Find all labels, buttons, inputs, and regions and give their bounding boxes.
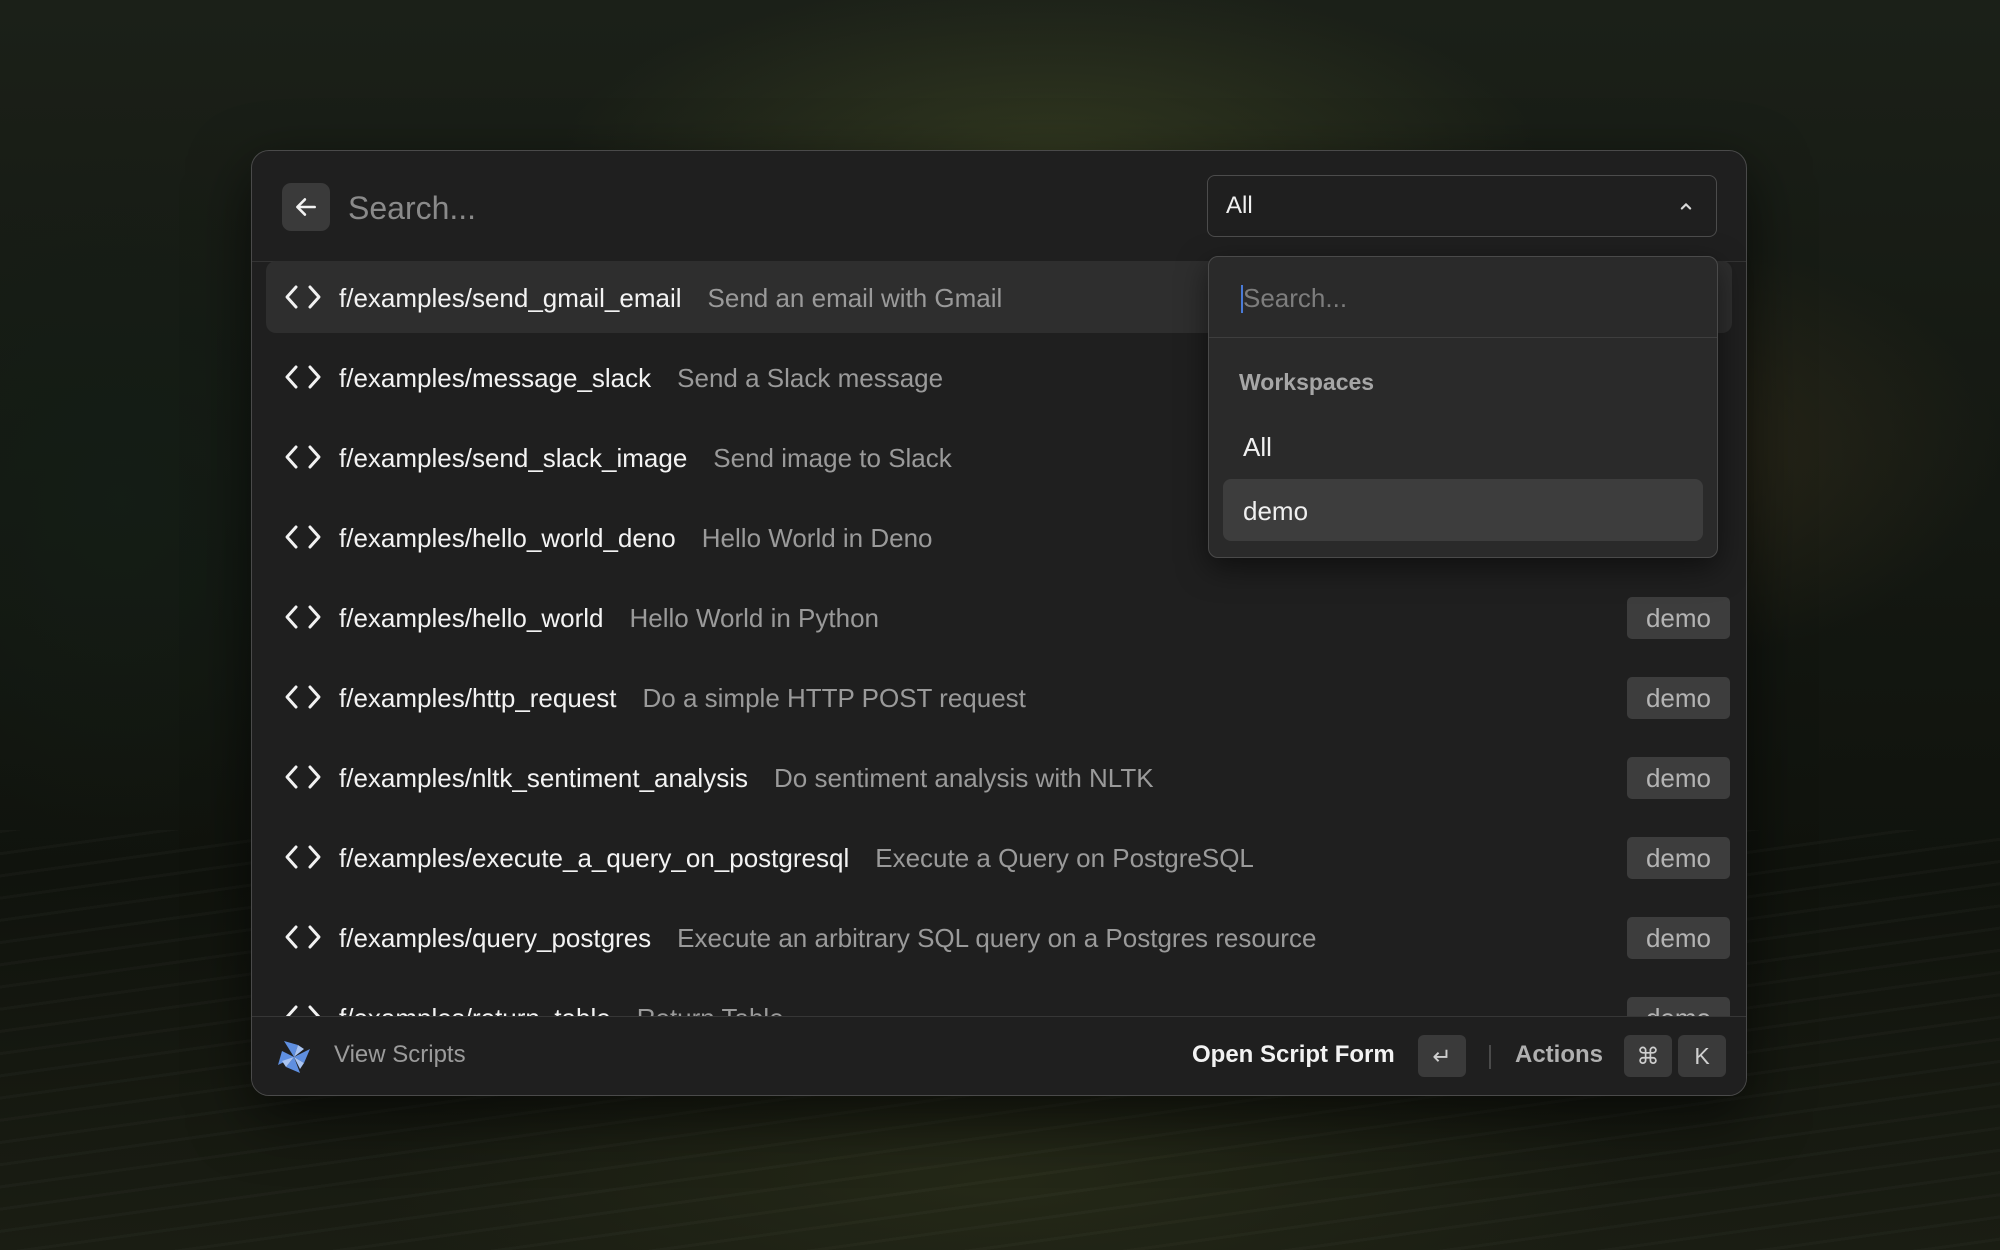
script-path: f/examples/hello_world [339, 603, 604, 633]
code-icon [285, 605, 321, 629]
workspace-search-input[interactable] [1241, 275, 1685, 321]
workspace-dropdown: Workspaces All demo [1208, 256, 1718, 558]
workspace-option-demo[interactable]: demo [1223, 479, 1703, 541]
workspace-badge: demo [1626, 997, 1730, 1018]
script-path: f/examples/hello_world_deno [339, 523, 676, 553]
workspace-badge: demo [1626, 677, 1730, 719]
script-path: f/examples/nltk_sentiment_analysis [339, 763, 748, 793]
cmd-key-hint: ⌘ [1624, 1035, 1672, 1077]
workspaces-heading: Workspaces [1239, 369, 1375, 395]
enter-key-hint: ↵ [1418, 1035, 1466, 1077]
search-input[interactable] [346, 179, 1150, 237]
script-path: f/examples/query_postgres [339, 923, 652, 953]
code-icon [285, 525, 321, 549]
code-icon [285, 365, 321, 389]
script-description: Send an email with Gmail [707, 283, 1003, 313]
windmill-logo-icon [278, 1041, 310, 1073]
script-row[interactable]: f/examples/query_postgres Execute an arbi… [266, 901, 1732, 973]
workspace-option-all[interactable]: All [1223, 415, 1703, 477]
code-icon [285, 845, 321, 869]
text-caret [1241, 285, 1243, 313]
script-description: Do sentiment analysis with NLTK [773, 763, 1154, 793]
script-row[interactable]: f/examples/execute_a_query_on_postgresql… [266, 821, 1732, 893]
code-icon [285, 925, 321, 949]
code-icon [285, 445, 321, 469]
workspace-option-label: demo [1243, 496, 1309, 526]
code-icon [285, 285, 321, 309]
script-description: Do a simple HTTP POST request [642, 683, 1026, 713]
view-scripts-label: View Scripts [334, 1041, 466, 1068]
workspace-badge: demo [1626, 757, 1730, 799]
open-script-form-button[interactable]: Open Script Form [1192, 1041, 1395, 1069]
code-icon [285, 765, 321, 789]
script-description: Execute an arbitrary SQL query on a Post… [677, 923, 1317, 953]
code-icon [285, 685, 321, 709]
workspace-select[interactable]: All [1207, 175, 1717, 237]
script-row[interactable]: f/examples/http_request Do a simple HTTP … [266, 661, 1732, 733]
script-row[interactable]: f/examples/return_table Return Table demo [266, 981, 1732, 1018]
back-button[interactable] [282, 183, 330, 231]
chevron-up-icon [1680, 203, 1692, 210]
script-path: f/examples/send_slack_image [339, 443, 688, 473]
workspace-select-value: All [1226, 192, 1253, 219]
footer-divider [1489, 1045, 1491, 1069]
script-path: f/examples/execute_a_query_on_postgresql [339, 843, 850, 873]
workspace-badge: demo [1626, 917, 1730, 959]
k-key-hint: K [1678, 1035, 1726, 1077]
arrow-left-icon [296, 198, 316, 216]
actions-button[interactable]: Actions [1515, 1041, 1603, 1069]
script-description: Send a Slack message [677, 363, 944, 393]
workspace-search [1209, 257, 1717, 338]
script-description: Hello World in Deno [701, 523, 933, 553]
workspace-badge: demo [1626, 837, 1730, 879]
script-path: f/examples/http_request [339, 683, 617, 713]
script-path: f/examples/send_gmail_email [339, 283, 682, 313]
script-path: f/examples/message_slack [339, 363, 652, 393]
workspace-option-label: All [1243, 432, 1272, 462]
palette-header: All [252, 151, 1746, 262]
workspace-badge: demo [1626, 597, 1730, 639]
script-description: Hello World in Python [629, 603, 879, 633]
palette-footer: View Scripts Open Script Form ↵ Actions … [252, 1016, 1746, 1095]
script-description: Send image to Slack [713, 443, 952, 473]
script-description: Execute a Query on PostgreSQL [875, 843, 1254, 873]
script-row[interactable]: f/examples/nltk_sentiment_analysis Do sen… [266, 741, 1732, 813]
script-row[interactable]: f/examples/hello_world Hello World in Pyt… [266, 581, 1732, 653]
